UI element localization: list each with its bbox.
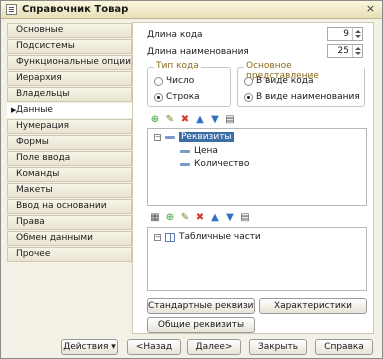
- move-up-icon[interactable]: ▲: [194, 114, 206, 126]
- sort-icon[interactable]: ▤: [224, 114, 236, 126]
- move-down-icon[interactable]: ▼: [224, 212, 236, 224]
- dialog-window: Справочник Товар × Основные Подсистемы Ф…: [0, 0, 383, 359]
- nav-item-obmen-dannymi[interactable]: Обмен данными: [7, 231, 132, 246]
- code-type-group: Тип кода Число Строка: [147, 61, 231, 107]
- attributes-toolbar: ⊕ ✎ ✖ ▲ ▼ ▤: [149, 114, 236, 126]
- nav-item-makety[interactable]: Макеты: [7, 183, 132, 198]
- window-title: Справочник Товар: [22, 4, 129, 15]
- radio-off-icon: [154, 76, 163, 86]
- main-view-group: Основное представление В виде кода В вид…: [237, 61, 365, 107]
- edit-icon[interactable]: ✎: [179, 212, 191, 224]
- code-length-value: 9: [343, 29, 349, 39]
- radio-off-icon: [244, 76, 253, 86]
- nav-item-vvod-na-osnovanii[interactable]: Ввод на основании: [7, 199, 132, 214]
- nav-item-formy[interactable]: Формы: [7, 135, 132, 150]
- next-button[interactable]: Далее>: [187, 339, 241, 355]
- close-button[interactable]: Закрыть: [249, 339, 307, 355]
- tree-root-label: Реквизиты: [179, 132, 234, 142]
- nav-item-prochee[interactable]: Прочее: [7, 247, 132, 262]
- name-length-label: Длина наименования: [147, 47, 249, 57]
- attribute-icon: [180, 149, 190, 153]
- radio-on-icon: [244, 92, 253, 102]
- close-icon[interactable]: ×: [364, 3, 377, 16]
- sidebar-nav: Основные Подсистемы Функциональные опции…: [7, 23, 132, 263]
- collapse-icon[interactable]: −: [154, 233, 161, 241]
- move-down-icon[interactable]: ▼: [209, 114, 221, 126]
- selected-arrow-icon: ▶: [11, 106, 17, 114]
- name-length-value: 25: [337, 46, 349, 56]
- name-length-stepper[interactable]: 25: [327, 44, 363, 58]
- nav-item-funkcionalnye-opcii[interactable]: Функциональные опции: [7, 55, 132, 70]
- tabular-parts-icon: [165, 232, 175, 242]
- add-icon[interactable]: ⊕: [149, 114, 161, 126]
- tabular-parts-tree: − Табличные части: [147, 227, 367, 291]
- main-view-name-radio[interactable]: В виде наименования: [244, 92, 360, 102]
- nav-item-dannye[interactable]: ▶ Данные: [7, 103, 132, 118]
- characteristics-button[interactable]: Характеристики: [259, 298, 367, 314]
- tree-root-tabular-parts[interactable]: − Табличные части: [154, 232, 261, 242]
- collapse-icon[interactable]: −: [154, 133, 161, 141]
- tree-item-quantity[interactable]: Количество: [180, 159, 249, 169]
- add-tabular-icon[interactable]: ⊕: [164, 212, 176, 224]
- nav-item-osnovnye[interactable]: Основные: [7, 23, 132, 38]
- nav-item-vladelcy[interactable]: Владельцы: [7, 87, 132, 102]
- nav-item-ierarhiya[interactable]: Иерархия: [7, 71, 132, 86]
- title-bar: Справочник Товар ×: [1, 1, 382, 19]
- radio-on-icon: [154, 92, 163, 102]
- standard-attributes-button[interactable]: Стандартные реквизиты: [147, 298, 255, 314]
- code-type-string-radio[interactable]: Строка: [154, 92, 200, 102]
- tabular-toolbar: ▦ ⊕ ✎ ✖ ▲ ▼ ▤: [149, 212, 251, 224]
- edit-icon[interactable]: ✎: [164, 114, 176, 126]
- attributes-icon: [165, 135, 175, 139]
- code-length-stepper[interactable]: 9: [327, 27, 363, 41]
- nav-item-podsistemy[interactable]: Подсистемы: [7, 39, 132, 54]
- tree-item-price[interactable]: Цена: [180, 146, 218, 156]
- data-panel: Длина кода 9 Длина наименования 25 Тип к…: [132, 22, 374, 334]
- attributes-tree: − Реквизиты Цена Количество: [147, 128, 367, 206]
- tree-root-attributes[interactable]: − Реквизиты: [154, 132, 234, 142]
- move-up-icon[interactable]: ▲: [209, 212, 221, 224]
- nav-item-numeraciya[interactable]: Нумерация: [7, 119, 132, 134]
- delete-icon[interactable]: ✖: [179, 114, 191, 126]
- common-attributes-button[interactable]: Общие реквизиты: [147, 317, 255, 333]
- code-type-number-radio[interactable]: Число: [154, 76, 194, 86]
- name-length-spin-buttons[interactable]: [352, 45, 362, 57]
- code-length-label: Длина кода: [147, 30, 203, 40]
- nav-item-prava[interactable]: Права: [7, 215, 132, 230]
- nav-item-pole-vvoda[interactable]: Поле ввода: [7, 151, 132, 166]
- main-view-code-radio[interactable]: В виде кода: [244, 76, 314, 86]
- actions-button[interactable]: Действия ▾: [61, 339, 118, 355]
- attribute-icon: [180, 162, 190, 166]
- dropdown-arrow-icon: ▾: [111, 342, 116, 352]
- back-button[interactable]: <Назад: [127, 339, 181, 355]
- help-button[interactable]: Справка: [315, 339, 373, 355]
- nav-item-komandy[interactable]: Команды: [7, 167, 132, 182]
- code-type-title: Тип кода: [154, 61, 201, 71]
- dialog-button-bar: Действия ▾ <Назад Далее> Закрыть Справка: [1, 336, 382, 358]
- table-icon[interactable]: ▦: [149, 212, 161, 224]
- code-length-spin-buttons[interactable]: [352, 28, 362, 40]
- catalog-icon: [6, 4, 17, 15]
- delete-icon[interactable]: ✖: [194, 212, 206, 224]
- sort-icon[interactable]: ▤: [239, 212, 251, 224]
